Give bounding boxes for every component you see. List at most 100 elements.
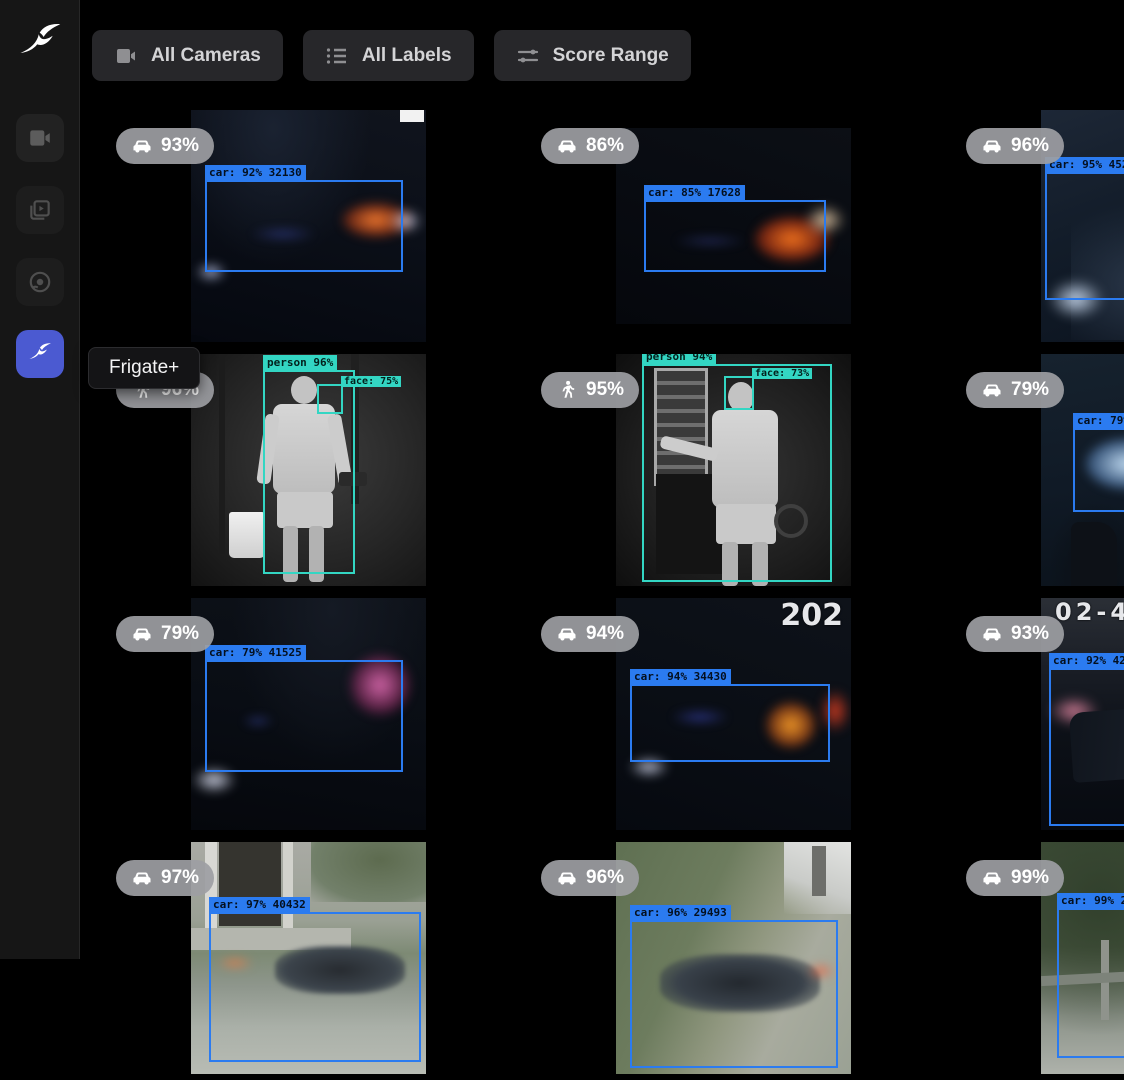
camera-timestamp: 02-4 03 0	[1055, 598, 1124, 626]
sidebar-item-live[interactable]	[16, 114, 64, 162]
detection-card[interactable]: 96% car: 95% 45260	[946, 104, 1124, 348]
detections-grid: 93% car: 92% 32130 86% car: 85% 17628	[96, 104, 1124, 1080]
box-label: car: 96% 29493	[630, 905, 731, 920]
score-value: 79%	[161, 623, 199, 645]
car-icon	[981, 135, 1003, 157]
detection-card[interactable]: 93% 02-4 03 0 car: 92% 4216	[946, 592, 1124, 836]
detection-card[interactable]: 96% car: 96% 29493	[521, 836, 946, 1080]
car-bounding-box: car: 94% 34430	[630, 684, 830, 762]
camera-icon	[114, 44, 138, 68]
box-label: person 96%	[263, 355, 337, 370]
car-bounding-box: car: 99% 25	[1057, 908, 1124, 1058]
car-icon	[131, 867, 153, 889]
car-icon	[981, 379, 1003, 401]
score-value: 95%	[586, 379, 624, 401]
frigate-plus-tooltip: Frigate+	[88, 347, 200, 389]
sidebar-item-frigate-plus[interactable]	[16, 330, 64, 378]
box-label: car: 79% 41525	[205, 645, 306, 660]
car-bounding-box: car: 85% 17628	[644, 200, 826, 272]
car-icon	[556, 623, 578, 645]
detection-card[interactable]: 79% car: 79% 41525	[96, 592, 521, 836]
car-bounding-box: car: 92% 4216	[1049, 668, 1124, 826]
face-bounding-box	[317, 384, 343, 414]
box-label: car: 79%	[1073, 413, 1124, 428]
sliders-icon	[516, 44, 540, 68]
detection-thumbnail: 202 car: 94% 34430	[616, 598, 851, 830]
score-value: 97%	[161, 867, 199, 889]
box-label: car: 94% 34430	[630, 669, 731, 684]
box-label: car: 97% 40432	[209, 897, 310, 912]
sidebar-nav	[16, 114, 64, 378]
sidebar-item-export[interactable]	[16, 258, 64, 306]
score-value: 94%	[586, 623, 624, 645]
box-label: car: 85% 17628	[644, 185, 745, 200]
camera-icon	[27, 125, 53, 151]
detection-card[interactable]: 94% 202 car: 94% 34430	[521, 592, 946, 836]
car-icon	[981, 867, 1003, 889]
score-value: 96%	[1011, 135, 1049, 157]
filter-toolbar: All Cameras All Labels Score Range	[92, 30, 691, 81]
car-icon	[131, 623, 153, 645]
detection-card[interactable]: 79% car: 79%	[946, 348, 1124, 592]
car-bounding-box: car: 95% 45260	[1045, 172, 1124, 300]
car-bounding-box: car: 92% 32130	[205, 180, 403, 272]
detection-card[interactable]: 86% car: 85% 17628	[521, 104, 946, 348]
score-value: 93%	[161, 135, 199, 157]
score-badge: 99%	[966, 860, 1064, 896]
frigate-bird-logo	[16, 20, 64, 68]
score-badge: 86%	[541, 128, 639, 164]
person-icon	[556, 379, 578, 401]
score-badge: 97%	[116, 860, 214, 896]
score-badge: 94%	[541, 616, 639, 652]
detection-thumbnail: car: 79% 41525	[191, 598, 426, 830]
score-value: 99%	[1011, 867, 1049, 889]
all-labels-label: All Labels	[362, 45, 452, 67]
score-badge: 95%	[541, 372, 639, 408]
detection-card[interactable]: 95% person 94% face: 73%	[521, 348, 946, 592]
frigate-plus-icon	[27, 341, 53, 367]
all-labels-button[interactable]: All Labels	[303, 30, 474, 81]
detection-thumbnail: person 96% face: 75%	[191, 354, 426, 586]
score-value: 79%	[1011, 379, 1049, 401]
score-badge: 96%	[966, 128, 1064, 164]
car-bounding-box: car: 79% 41525	[205, 660, 403, 772]
detection-card[interactable]: 93% car: 92% 32130	[96, 104, 521, 348]
car-icon	[981, 623, 1003, 645]
export-disc-icon	[27, 269, 53, 295]
car-icon	[556, 867, 578, 889]
score-range-label: Score Range	[553, 45, 669, 67]
all-cameras-button[interactable]: All Cameras	[92, 30, 283, 81]
detection-thumbnail: car: 96% 29493	[616, 842, 851, 1074]
detection-thumbnail: car: 97% 40432	[191, 842, 426, 1074]
labels-list-icon	[325, 44, 349, 68]
score-badge: 79%	[966, 372, 1064, 408]
face-label: face: 73%	[752, 368, 812, 379]
face-label: face: 75%	[341, 376, 401, 387]
box-label: car: 92% 4216	[1049, 653, 1124, 668]
face-bounding-box	[724, 376, 754, 410]
score-value: 96%	[586, 867, 624, 889]
score-value: 93%	[1011, 623, 1049, 645]
detection-thumbnail: person 94% face: 73%	[616, 354, 851, 586]
sidebar-item-review[interactable]	[16, 186, 64, 234]
detection-card[interactable]: 97% car: 97% 40432	[96, 836, 521, 1080]
score-badge: 96%	[541, 860, 639, 896]
score-range-button[interactable]: Score Range	[494, 30, 691, 81]
sidebar	[0, 0, 80, 959]
camera-timestamp: 202	[780, 598, 843, 633]
review-icon	[27, 197, 53, 223]
car-bounding-box: car: 96% 29493	[630, 920, 838, 1068]
score-value: 86%	[586, 135, 624, 157]
detection-thumbnail: car: 85% 17628	[616, 128, 851, 324]
box-label: person 94%	[642, 354, 716, 364]
detection-thumbnail: car: 92% 32130	[191, 110, 426, 342]
car-icon	[131, 135, 153, 157]
car-bounding-box: car: 79%	[1073, 428, 1124, 512]
box-label: car: 99% 25	[1057, 893, 1124, 908]
car-icon	[556, 135, 578, 157]
car-bounding-box: car: 97% 40432	[209, 912, 421, 1062]
score-badge: 79%	[116, 616, 214, 652]
score-badge: 93%	[966, 616, 1064, 652]
score-badge: 93%	[116, 128, 214, 164]
detection-card[interactable]: 99% car: 99% 25	[946, 836, 1124, 1080]
